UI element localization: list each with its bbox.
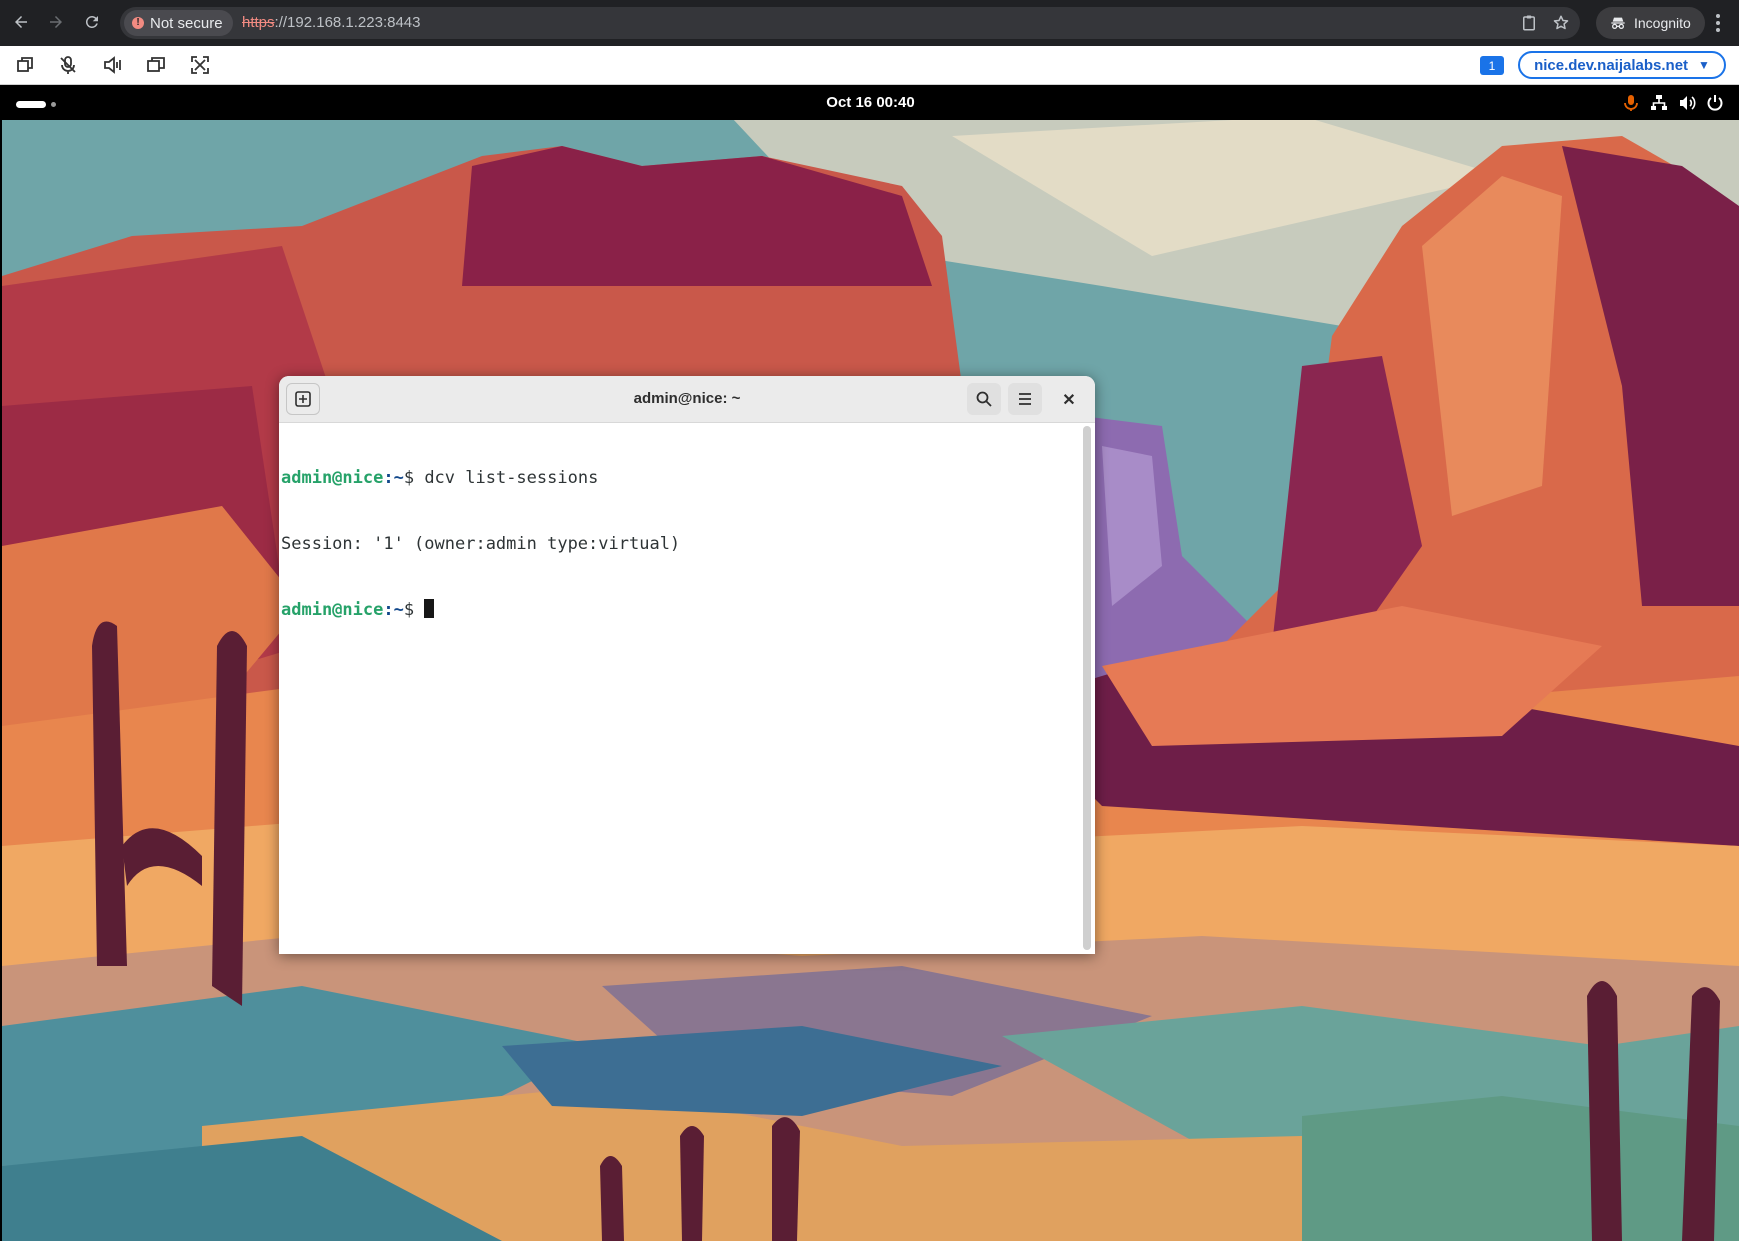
arrow-right-icon xyxy=(50,16,62,28)
prompt-user: admin@nice xyxy=(281,468,384,488)
terminal-titlebar[interactable]: admin@nice: ~ ✕ xyxy=(279,376,1095,423)
clock[interactable]: Oct 16 00:40 xyxy=(2,94,1739,111)
reload-button[interactable] xyxy=(78,8,106,36)
url-host: ://192.168.1.223:8443 xyxy=(274,14,421,31)
reload-icon xyxy=(85,15,98,28)
volume-icon[interactable] xyxy=(1678,94,1696,112)
address-bar[interactable]: ! Not secure https://192.168.1.223:8443 xyxy=(120,7,1580,39)
terminal-scrollbar[interactable] xyxy=(1083,426,1091,950)
incognito-label: Incognito xyxy=(1634,15,1691,31)
search-button[interactable] xyxy=(967,383,1001,415)
session-count-badge[interactable]: 1 xyxy=(1480,56,1504,75)
browser-toolbar: ! Not secure https://192.168.1.223:8443 … xyxy=(0,0,1739,46)
hamburger-menu-icon xyxy=(1019,393,1031,405)
server-name: nice.dev.naijalabs.net xyxy=(1534,56,1689,74)
gnome-top-bar: Oct 16 00:40 xyxy=(2,86,1739,120)
remote-desktop[interactable]: Oct 16 00:40 admin@nice: ~ ✕ admin@nice:… xyxy=(2,86,1739,1241)
prompt-path: :~ xyxy=(383,468,404,488)
prompt-path: :~ xyxy=(383,600,404,620)
terminal-line: admin@nice:~$ xyxy=(281,599,1077,621)
url-text[interactable]: https://192.168.1.223:8443 xyxy=(242,14,421,31)
close-icon: ✕ xyxy=(1062,392,1076,409)
terminal-line: Session: '1' (owner:admin type:virtual) xyxy=(281,533,1077,555)
microphone-off-icon[interactable] xyxy=(58,55,78,75)
copy-icon[interactable] xyxy=(15,55,35,75)
incognito-indicator[interactable]: Incognito xyxy=(1596,7,1705,39)
dcv-toolbar: 1 nice.dev.naijalabs.net ▼ xyxy=(0,46,1739,85)
security-label: Not secure xyxy=(150,14,223,32)
fullscreen-icon[interactable] xyxy=(190,55,210,75)
security-indicator[interactable]: ! Not secure xyxy=(124,10,233,36)
display-icon[interactable] xyxy=(146,55,166,75)
command-text: $ dcv list-sessions xyxy=(403,468,599,488)
warning-icon: ! xyxy=(132,17,144,29)
arrow-left-icon xyxy=(15,16,27,28)
output-text: Session: '1' (owner:admin type:virtual) xyxy=(281,534,681,554)
forward-button[interactable] xyxy=(42,8,70,36)
search-icon xyxy=(976,391,992,407)
prompt-user: admin@nice xyxy=(281,600,384,620)
more-menu-icon[interactable] xyxy=(1708,12,1728,34)
prompt-text: $ xyxy=(403,600,425,620)
back-button[interactable] xyxy=(7,8,35,36)
terminal-line: admin@nice:~$ dcv list-sessions xyxy=(281,467,1077,489)
terminal-window[interactable]: admin@nice: ~ ✕ admin@nice:~$ dcv list-s… xyxy=(279,376,1095,954)
server-selector[interactable]: nice.dev.naijalabs.net ▼ xyxy=(1518,51,1726,79)
speaker-icon[interactable] xyxy=(102,55,122,75)
close-button[interactable]: ✕ xyxy=(1057,388,1081,412)
terminal-output[interactable]: admin@nice:~$ dcv list-sessions Session:… xyxy=(281,423,1077,951)
network-icon[interactable] xyxy=(1650,94,1668,112)
caret-down-icon: ▼ xyxy=(1698,58,1710,72)
bookmark-star-icon[interactable] xyxy=(1552,14,1570,32)
menu-button[interactable] xyxy=(1008,383,1042,415)
text-cursor xyxy=(424,599,435,618)
url-scheme: https xyxy=(242,14,275,31)
clipboard-icon[interactable] xyxy=(1520,14,1538,32)
incognito-icon xyxy=(1611,17,1625,29)
microphone-icon[interactable] xyxy=(1622,94,1640,112)
power-icon[interactable] xyxy=(1706,94,1724,112)
